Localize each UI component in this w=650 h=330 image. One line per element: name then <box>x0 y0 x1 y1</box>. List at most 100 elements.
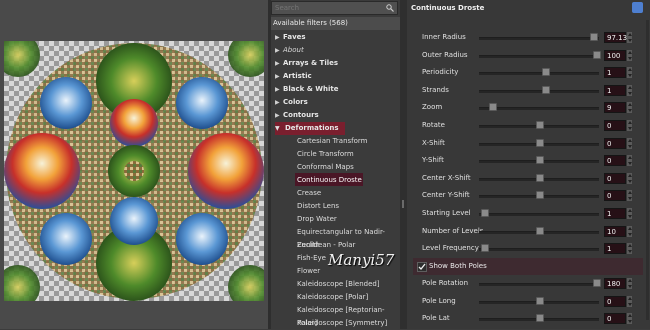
param-slider[interactable] <box>479 37 599 40</box>
spin-button[interactable] <box>627 313 632 325</box>
filter-item[interactable]: Equirectangular to Nadir-Zenith <box>297 226 400 249</box>
search-box[interactable] <box>271 1 398 15</box>
param-value-field[interactable]: 10 <box>604 225 626 237</box>
search-icon[interactable] <box>386 4 394 12</box>
preview-canvas[interactable] <box>4 41 264 301</box>
params-scrollbar[interactable] <box>646 20 649 320</box>
slider-handle[interactable] <box>489 103 498 112</box>
spin-button[interactable] <box>627 278 632 289</box>
slider-handle[interactable] <box>541 85 550 94</box>
param-value-field[interactable]: 0 <box>604 172 626 184</box>
filter-item[interactable]: Drop Water <box>297 213 337 226</box>
param-value-field[interactable]: 180 <box>604 278 626 289</box>
param-value-field[interactable]: 0 <box>604 313 626 325</box>
slider-handle[interactable] <box>481 209 490 217</box>
param-value-field[interactable]: 0 <box>604 295 626 307</box>
param-slider[interactable] <box>479 248 599 252</box>
param-slider[interactable] <box>479 283 599 286</box>
category-faves[interactable]: ▶ Faves <box>275 31 306 44</box>
category-label: Black & White <box>283 85 339 93</box>
slider-handle[interactable] <box>541 68 550 77</box>
slider-handle[interactable] <box>536 173 544 182</box>
spin-button[interactable] <box>627 243 632 255</box>
category-deformations[interactable]: ▼ Deformations <box>275 122 345 135</box>
category-black-white[interactable]: ▶ Black & White <box>275 83 338 96</box>
show-both-poles-label[interactable]: Show Both Poles <box>429 259 487 274</box>
param-value-field[interactable]: 100 <box>604 49 626 61</box>
filter-item[interactable]: Kaleidoscope [Reptorian-Polar] <box>297 304 400 327</box>
category-colors[interactable]: ▶ Colors <box>275 96 308 109</box>
category-label: About <box>283 46 304 54</box>
param-value-field[interactable]: 1 <box>604 84 626 96</box>
slider-handle[interactable] <box>593 279 601 287</box>
spin-button[interactable] <box>627 67 632 79</box>
param-value-field[interactable]: 1 <box>604 208 626 219</box>
slider-handle[interactable] <box>536 296 544 305</box>
filter-item[interactable]: Circle Transform <box>297 148 354 161</box>
param-slider[interactable] <box>479 54 599 58</box>
slider-handle[interactable] <box>536 138 544 147</box>
expand-arrow-icon[interactable]: ▶ <box>275 44 283 57</box>
expand-arrow-icon[interactable]: ▶ <box>275 57 283 70</box>
panel-splitter[interactable] <box>400 0 407 329</box>
slider-handle[interactable] <box>589 33 598 41</box>
spin-button[interactable] <box>627 208 632 219</box>
preview-mode-button[interactable] <box>632 2 643 13</box>
filter-item[interactable]: Flower <box>297 265 320 278</box>
spin-button[interactable] <box>627 225 632 237</box>
spin-button[interactable] <box>627 84 632 96</box>
expand-arrow-icon[interactable]: ▶ <box>275 96 283 109</box>
slider-handle[interactable] <box>536 121 544 129</box>
splitter-grip[interactable] <box>402 200 404 208</box>
slider-handle[interactable] <box>536 226 544 235</box>
slider-handle[interactable] <box>536 314 544 323</box>
param-value-field[interactable]: 1 <box>604 243 626 255</box>
spin-button[interactable] <box>627 155 632 167</box>
spin-button[interactable] <box>627 32 632 43</box>
expand-arrow-icon[interactable]: ▶ <box>275 109 283 122</box>
slider-handle[interactable] <box>481 244 490 253</box>
filter-item[interactable]: Kaleidoscope [Symmetry] <box>297 317 387 330</box>
search-input[interactable] <box>275 2 375 14</box>
expand-arrow-icon[interactable]: ▶ <box>275 70 283 83</box>
spin-button[interactable] <box>627 295 632 307</box>
show-both-poles-checkbox[interactable] <box>417 262 427 272</box>
filter-item[interactable]: Crease <box>297 187 321 200</box>
param-value-field[interactable]: 0 <box>604 190 626 202</box>
filter-item[interactable]: Kaleidoscope [Polar] <box>297 291 368 304</box>
spin-button[interactable] <box>627 172 632 184</box>
param-value-field[interactable]: 0 <box>604 137 626 149</box>
slider-handle[interactable] <box>536 156 544 165</box>
filter-item[interactable]: Fish-Eye <box>297 252 326 265</box>
filter-item[interactable]: Conformal Maps <box>297 161 354 174</box>
param-slider[interactable] <box>479 89 599 93</box>
filter-item[interactable]: Distort Lens <box>297 200 339 213</box>
collapse-arrow-icon[interactable]: ▼ <box>275 122 285 135</box>
category-arrays-tiles[interactable]: ▶ Arrays & Tiles <box>275 57 338 70</box>
spin-button[interactable] <box>627 49 632 61</box>
param-slider[interactable] <box>479 213 599 216</box>
slider-handle[interactable] <box>536 191 544 200</box>
filter-item[interactable]: Cartesian Transform <box>297 135 367 148</box>
filter-item[interactable]: Kaleidoscope [Blended] <box>297 278 380 291</box>
expand-arrow-icon[interactable]: ▶ <box>275 83 283 96</box>
spin-button[interactable] <box>627 120 632 131</box>
param-value-field[interactable]: 97.13 <box>604 32 627 43</box>
filter-item-selected[interactable]: Continuous Droste <box>297 174 362 187</box>
slider-handle[interactable] <box>593 50 601 59</box>
category-contours[interactable]: ▶ Contours <box>275 109 319 122</box>
filter-browser: Available filters (568) ▶Faves ▶About ▶A… <box>271 0 400 329</box>
expand-arrow-icon[interactable]: ▶ <box>275 31 283 44</box>
param-value-field[interactable]: 0 <box>604 120 626 131</box>
checkmark-icon <box>418 263 426 270</box>
param-slider[interactable] <box>479 72 599 76</box>
category-artistic[interactable]: ▶ Artistic <box>275 70 312 83</box>
category-about[interactable]: ▶ About <box>275 44 304 57</box>
param-label: Starting Level <box>422 209 471 217</box>
spin-button[interactable] <box>627 102 632 114</box>
spin-button[interactable] <box>627 190 632 202</box>
spin-button[interactable] <box>627 137 632 149</box>
param-value-field[interactable]: 1 <box>604 67 626 79</box>
param-value-field[interactable]: 0 <box>604 155 626 167</box>
param-value-field[interactable]: 9 <box>604 102 626 114</box>
